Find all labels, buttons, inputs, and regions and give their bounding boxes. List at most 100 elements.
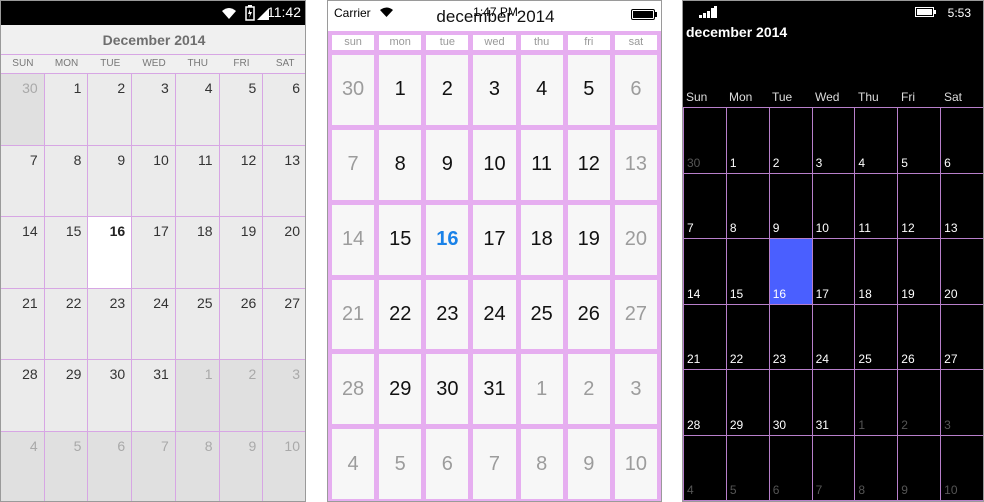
day-cell[interactable]: 25 [855,304,899,370]
day-cell[interactable]: 1 [175,360,220,432]
day-cell[interactable]: 9 [426,129,469,200]
day-cell[interactable]: 5 [726,435,770,501]
day-cell[interactable]: 19 [567,204,610,275]
day-cell[interactable]: 1 [855,370,899,436]
day-cell[interactable]: 15 [44,217,89,289]
day-cell[interactable]: 28 [684,370,727,436]
day-cell[interactable]: 25 [175,288,220,360]
day-cell[interactable]: 5 [379,429,422,499]
day-cell[interactable]: 18 [175,217,220,289]
day-cell[interactable]: 30 [332,55,375,125]
day-cell[interactable]: 3 [812,108,856,174]
day-cell[interactable]: 13 [941,174,983,239]
day-cell[interactable]: 7 [1,145,45,217]
day-cell[interactable]: 28 [1,360,45,432]
day-cell[interactable]: 3 [132,74,176,146]
day-cell[interactable]: 24 [473,279,516,350]
day-cell[interactable]: 6 [263,74,305,146]
day-cell[interactable]: 2 [898,370,942,436]
day-cell[interactable]: 20 [263,217,305,289]
day-cell-selected[interactable]: 16 [88,217,133,289]
day-cell[interactable]: 3 [473,55,516,125]
day-cell[interactable]: 5 [219,74,264,146]
day-cell[interactable]: 8 [520,429,563,499]
day-cell[interactable]: 30 [88,360,133,432]
day-cell[interactable]: 30 [769,370,813,436]
day-cell[interactable]: 27 [614,279,657,350]
day-cell[interactable]: 24 [132,288,176,360]
day-cell[interactable]: 7 [684,173,727,239]
day-cell[interactable]: 12 [567,129,610,200]
day-cell[interactable]: 23 [769,304,813,370]
day-cell[interactable]: 2 [219,360,264,432]
day-cell[interactable]: 15 [379,204,422,275]
day-cell[interactable]: 11 [175,145,220,217]
day-cell[interactable]: 15 [726,239,770,305]
day-cell[interactable]: 29 [379,354,422,425]
day-cell[interactable]: 8 [44,145,89,217]
day-cell[interactable]: 10 [941,436,983,501]
day-cell-selected[interactable]: 16 [769,239,813,305]
day-cell[interactable]: 10 [132,145,176,217]
day-cell[interactable]: 7 [132,431,176,501]
day-cell[interactable]: 10 [473,129,516,200]
day-cell[interactable]: 22 [726,304,770,370]
day-cell[interactable]: 22 [379,279,422,350]
day-cell[interactable]: 21 [1,288,45,360]
day-cell[interactable]: 19 [219,217,264,289]
day-cell[interactable]: 6 [769,435,813,501]
day-cell[interactable]: 8 [726,173,770,239]
day-cell[interactable]: 26 [219,288,264,360]
day-cell[interactable]: 19 [898,239,942,305]
day-cell[interactable]: 20 [941,239,983,305]
day-cell[interactable]: 23 [88,288,133,360]
day-cell[interactable]: 20 [614,204,657,275]
day-cell[interactable]: 10 [263,431,305,501]
day-cell[interactable]: 24 [812,304,856,370]
day-cell[interactable]: 21 [684,304,727,370]
day-cell[interactable]: 8 [379,129,422,200]
day-cell[interactable]: 8 [855,435,899,501]
day-cell[interactable]: 1 [44,74,89,146]
day-cell[interactable]: 4 [684,435,727,501]
day-cell[interactable]: 4 [1,431,45,501]
day-cell[interactable]: 3 [941,370,983,436]
day-cell[interactable]: 9 [88,145,133,217]
day-cell[interactable]: 9 [769,173,813,239]
day-cell[interactable]: 5 [567,55,610,125]
day-cell[interactable]: 28 [332,354,375,425]
day-cell[interactable]: 4 [520,55,563,125]
day-cell[interactable]: 14 [1,217,45,289]
day-cell[interactable]: 12 [898,173,942,239]
day-cell[interactable]: 10 [614,429,657,499]
day-cell[interactable]: 12 [219,145,264,217]
day-cell[interactable]: 2 [426,55,469,125]
day-cell[interactable]: 7 [332,129,375,200]
day-cell[interactable]: 30 [684,108,727,174]
day-cell[interactable]: 3 [263,360,305,432]
day-cell[interactable]: 13 [614,129,657,200]
day-cell[interactable]: 18 [855,239,899,305]
day-cell[interactable]: 9 [219,431,264,501]
day-cell[interactable]: 9 [898,435,942,501]
day-cell[interactable]: 8 [175,431,220,501]
day-cell[interactable]: 29 [726,370,770,436]
day-cell[interactable]: 1 [726,108,770,174]
day-cell[interactable]: 14 [684,239,727,305]
day-cell[interactable]: 6 [614,55,657,125]
day-cell[interactable]: 2 [769,108,813,174]
day-cell[interactable]: 4 [332,429,375,499]
day-cell[interactable]: 31 [132,360,176,432]
day-cell[interactable]: 10 [812,173,856,239]
day-cell[interactable]: 31 [473,354,516,425]
day-cell[interactable]: 27 [941,305,983,370]
day-cell[interactable]: 30 [1,74,45,146]
day-cell[interactable]: 26 [567,279,610,350]
day-cell[interactable]: 2 [567,354,610,425]
day-cell[interactable]: 17 [473,204,516,275]
day-cell[interactable]: 23 [426,279,469,350]
day-cell[interactable]: 18 [520,204,563,275]
day-cell[interactable]: 14 [332,204,375,275]
day-cell[interactable]: 21 [332,279,375,350]
day-cell[interactable]: 7 [812,435,856,501]
